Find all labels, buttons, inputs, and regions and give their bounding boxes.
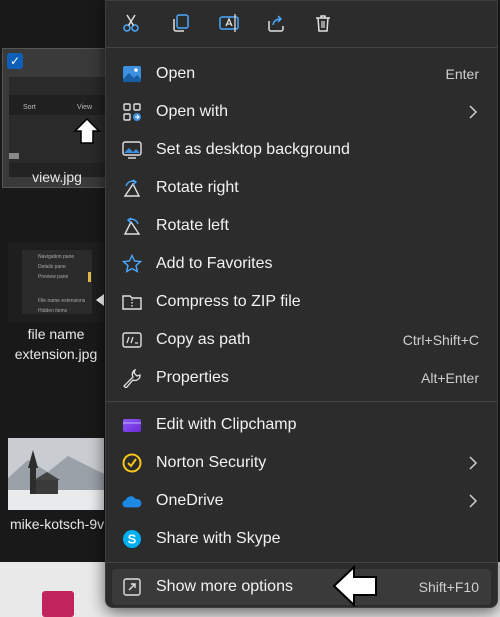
quick-actions-bar xyxy=(106,1,497,47)
menu-item-show-more-options[interactable]: Show more options Shift+F10 xyxy=(112,569,491,605)
menu-item-label: Copy as path xyxy=(156,331,251,348)
clipchamp-icon xyxy=(122,415,142,435)
svg-text:View: View xyxy=(77,104,93,111)
menu-item-label: Rotate left xyxy=(156,217,229,234)
menu-item-label: Add to Favorites xyxy=(156,255,273,272)
menu-item-rotate-left[interactable]: Rotate left xyxy=(112,208,491,244)
thumbnail-view-image: Sort View xyxy=(9,77,105,163)
zip-folder-icon xyxy=(122,292,142,312)
menu-item-label: Show more options xyxy=(156,578,293,595)
menu-item-compress-zip[interactable]: Compress to ZIP file xyxy=(112,284,491,320)
menu-item-label: Open xyxy=(156,65,196,82)
file-item-extension[interactable]: Navigation pane Details pane Preview pan… xyxy=(0,236,112,366)
delete-icon[interactable] xyxy=(308,8,338,38)
chevron-right-icon xyxy=(469,456,478,470)
thumbnail-extension-image: Navigation pane Details pane Preview pan… xyxy=(8,242,104,322)
menu-item-set-desktop-background[interactable]: Set as desktop background xyxy=(112,132,491,168)
menu-item-add-to-favorites[interactable]: Add to Favorites xyxy=(112,246,491,282)
thumbnail: Navigation pane Details pane Preview pan… xyxy=(8,242,104,322)
shortcut-label: Shift+F10 xyxy=(418,579,479,595)
menu-item-share-with-skype[interactable]: S Share with Skype xyxy=(112,521,491,557)
copy-icon[interactable] xyxy=(166,8,196,38)
file-name-line2: extension.jpg xyxy=(14,346,98,362)
svg-text:S: S xyxy=(128,532,137,547)
desktop-background-icon xyxy=(122,140,142,160)
menu-item-label: Properties xyxy=(156,369,229,386)
svg-text:Preview pane: Preview pane xyxy=(38,274,69,280)
menu-separator xyxy=(106,47,497,48)
thumbnail xyxy=(8,438,104,510)
menu-item-norton-security[interactable]: Norton Security xyxy=(112,445,491,481)
menu-item-open[interactable]: Open Enter xyxy=(112,56,491,92)
menu-item-label: Open with xyxy=(156,103,229,120)
annotation-arrow-icon xyxy=(332,565,377,607)
menu-item-label: Compress to ZIP file xyxy=(156,293,301,310)
svg-text:Sort: Sort xyxy=(23,104,36,111)
shortcut-label: Alt+Enter xyxy=(421,370,479,386)
menu-item-edit-with-clipchamp[interactable]: Edit with Clipchamp xyxy=(112,407,491,443)
menu-item-onedrive[interactable]: OneDrive xyxy=(112,483,491,519)
chevron-right-icon xyxy=(469,494,478,508)
copy-path-icon xyxy=(122,330,142,350)
rename-icon[interactable] xyxy=(214,8,244,38)
svg-text:File name extensions: File name extensions xyxy=(38,298,86,304)
show-more-icon xyxy=(122,577,142,597)
svg-text:Navigation pane: Navigation pane xyxy=(38,254,74,260)
menu-item-properties[interactable]: Properties Alt+Enter xyxy=(112,360,491,396)
file-item-view[interactable]: ✓ Sort View view.jpg xyxy=(2,48,110,188)
menu-item-label: Edit with Clipchamp xyxy=(156,416,297,433)
menu-separator xyxy=(106,562,497,563)
rotate-left-icon xyxy=(122,216,142,236)
share-icon[interactable] xyxy=(261,8,291,38)
norton-icon xyxy=(122,453,142,473)
menu-item-label: Norton Security xyxy=(156,454,267,471)
cut-icon[interactable] xyxy=(116,8,146,38)
menu-item-copy-as-path[interactable]: Copy as path Ctrl+Shift+C xyxy=(112,322,491,358)
thumbnail: Sort View xyxy=(9,77,105,177)
shortcut-label: Ctrl+Shift+C xyxy=(402,332,479,348)
wrench-icon xyxy=(122,368,142,388)
svg-text:Details pane: Details pane xyxy=(38,264,66,270)
menu-separator xyxy=(106,401,497,402)
file-name: view.jpg xyxy=(32,169,82,185)
star-icon xyxy=(122,254,142,274)
onedrive-icon xyxy=(122,491,142,511)
menu-item-label: OneDrive xyxy=(156,492,224,509)
menu-item-rotate-right[interactable]: Rotate right xyxy=(112,170,491,206)
skype-icon: S xyxy=(122,529,142,549)
thumbnail-winter-church-image xyxy=(8,438,104,510)
menu-item-label: Rotate right xyxy=(156,179,239,196)
file-name-line1: file name xyxy=(27,326,85,342)
checkbox-icon[interactable]: ✓ xyxy=(7,53,23,69)
svg-text:Hidden items: Hidden items xyxy=(38,308,68,314)
image-icon xyxy=(122,64,142,84)
file-name: mike-kotsch-9v xyxy=(10,516,105,532)
context-menu: Open Enter Open with Set as desktop back… xyxy=(105,0,498,608)
file-name: file name extension.jpg xyxy=(0,324,112,364)
file-item-mike-kotsch[interactable]: mike-kotsch-9v xyxy=(0,432,112,542)
menu-item-label: Set as desktop background xyxy=(156,141,350,158)
menu-item-label: Share with Skype xyxy=(156,530,281,547)
menu-item-open-with[interactable]: Open with xyxy=(112,94,491,130)
chevron-right-icon xyxy=(469,105,478,119)
taskbar-app-button[interactable] xyxy=(42,591,74,617)
open-with-icon xyxy=(122,102,142,122)
rotate-right-icon xyxy=(122,178,142,198)
shortcut-label: Enter xyxy=(445,66,479,82)
